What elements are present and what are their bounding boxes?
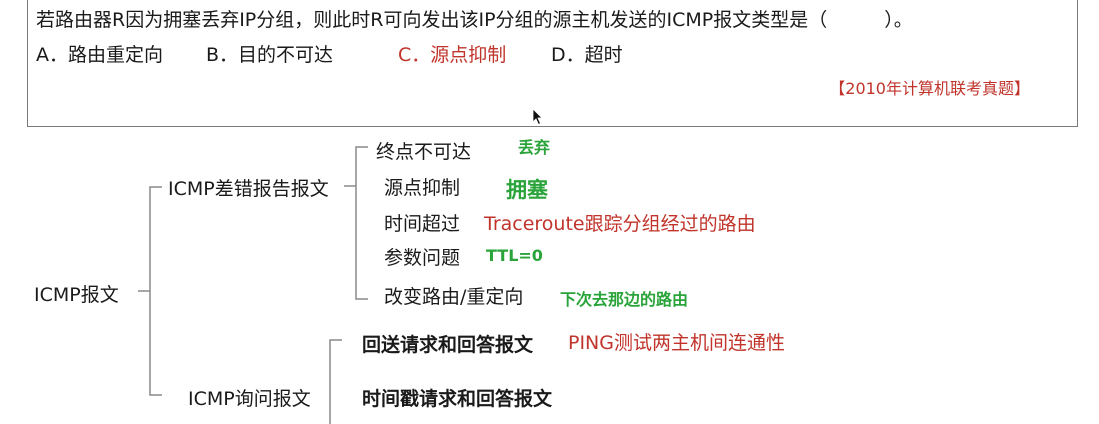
note-traceroute: Traceroute跟踪分组经过的路由 [484, 213, 756, 235]
error-report-node: ICMP差错报告报文 [168, 178, 329, 200]
error-item-time-exceeded: 时间超过 [384, 213, 461, 235]
error-bracket [355, 146, 368, 300]
query-node: ICMP询问报文 [188, 388, 311, 410]
note-next-route: 下次去那边的路由 [560, 290, 689, 309]
error-item-redirect: 改变路由/重定向 [384, 286, 524, 308]
note-discard: 丢弃 [518, 138, 551, 157]
error-item-source-quench: 源点抑制 [384, 177, 461, 199]
root-node: ICMP报文 [34, 284, 119, 306]
note-congestion: 拥塞 [506, 178, 548, 202]
note-ping: PING测试两主机间连通性 [568, 332, 785, 354]
query-item-echo: 回送请求和回答报文 [362, 334, 534, 356]
query-item-timestamp: 时间戳请求和回答报文 [362, 388, 553, 410]
error-item-destination-unreachable: 终点不可达 [376, 141, 472, 163]
error-item-parameter-problem: 参数问题 [384, 247, 461, 269]
query-bracket [329, 339, 342, 424]
root-bracket [149, 186, 162, 396]
note-ttl: TTL=0 [486, 246, 543, 265]
